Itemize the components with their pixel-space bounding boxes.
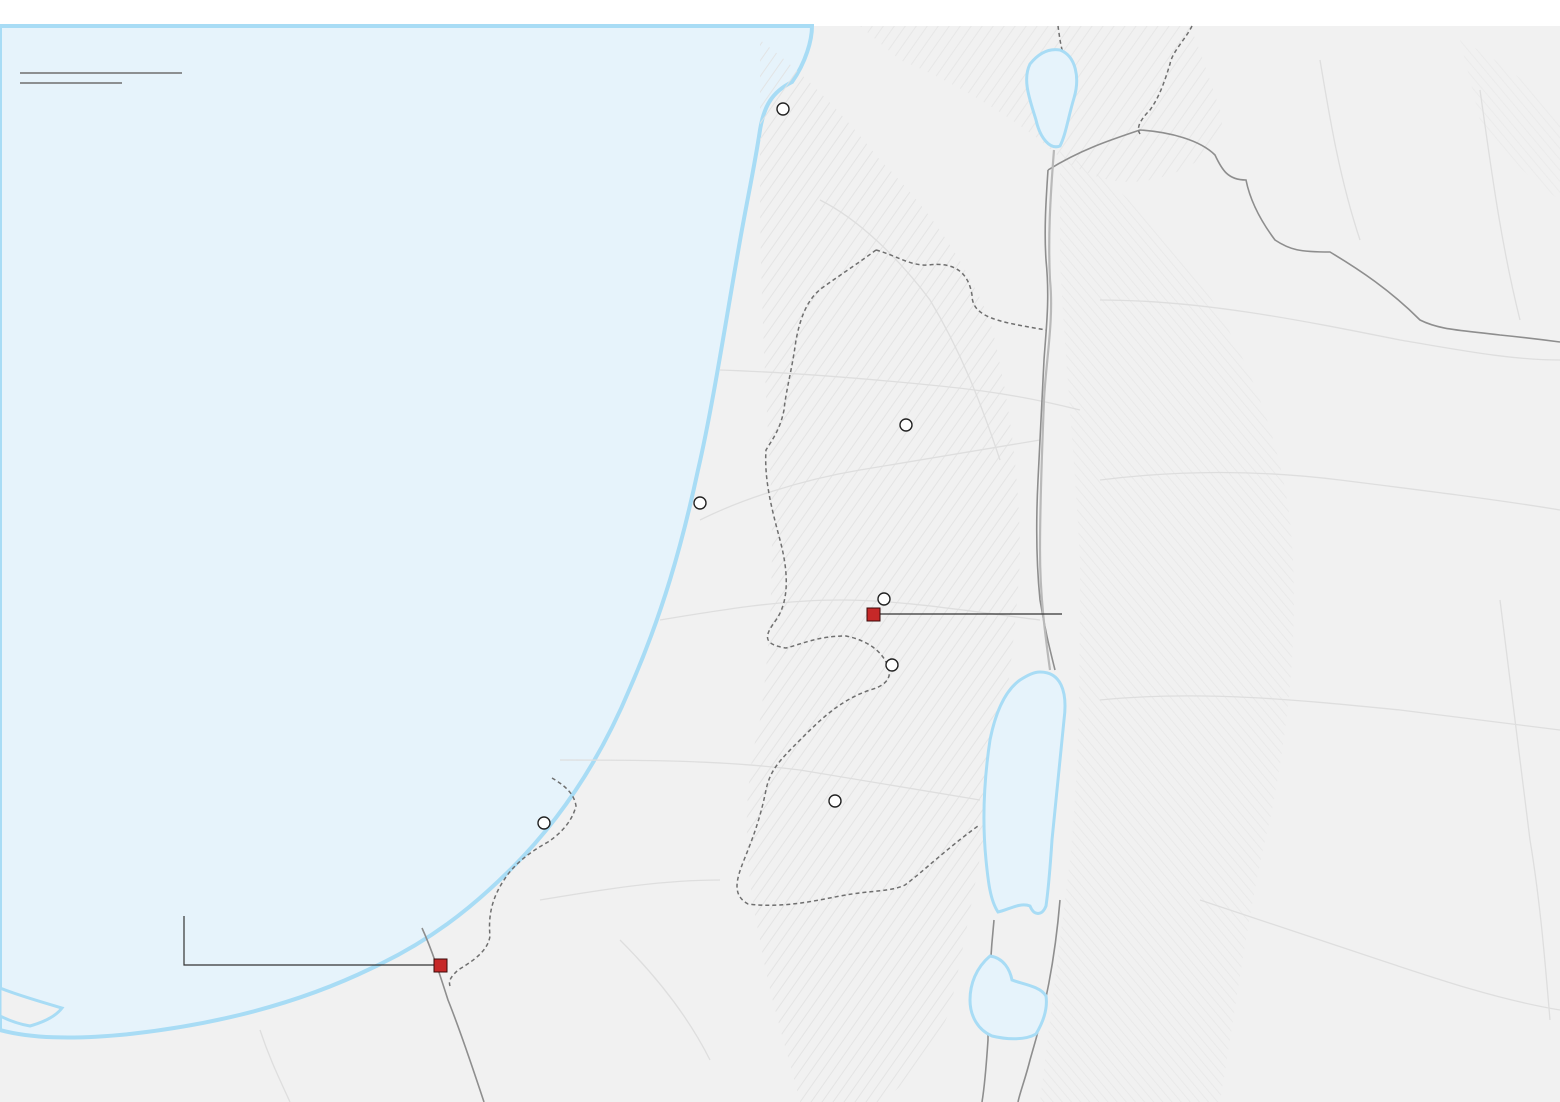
top-margin (0, 0, 1560, 26)
city-marker[interactable] (776, 102, 790, 116)
highlight-marker-south[interactable] (433, 958, 448, 973)
city-marker[interactable] (828, 794, 842, 808)
city-marker[interactable] (537, 816, 551, 830)
city-marker[interactable] (693, 496, 707, 510)
map-frame (0, 0, 1560, 1102)
highlight-marker-central[interactable] (866, 607, 881, 622)
city-marker[interactable] (877, 592, 891, 606)
city-marker[interactable] (885, 658, 899, 672)
city-marker[interactable] (899, 418, 913, 432)
map[interactable] (0, 0, 1560, 1102)
